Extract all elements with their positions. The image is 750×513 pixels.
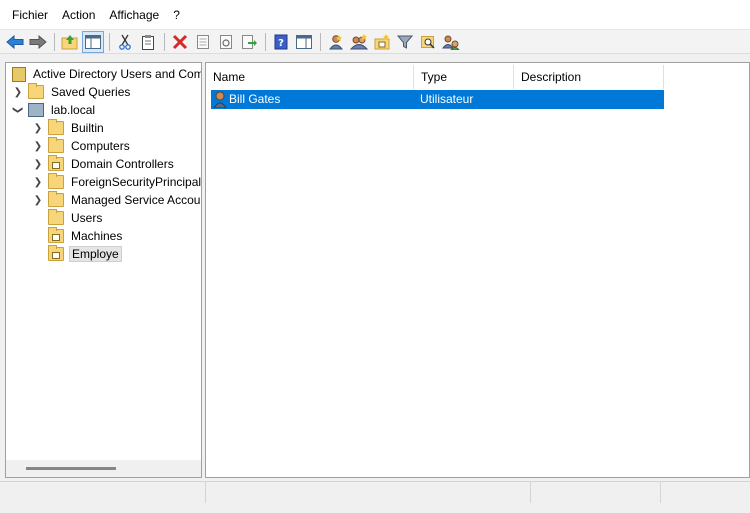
ou-folder-icon xyxy=(48,155,64,171)
tree-item-foreign-security-principals[interactable]: ❯ ForeignSecurityPrincipals xyxy=(32,173,202,191)
menu-fichier[interactable]: Fichier xyxy=(5,5,55,25)
refresh-icon[interactable] xyxy=(215,31,237,53)
tree-item-domain-controllers[interactable]: ❯ Domain Controllers xyxy=(32,155,176,173)
user-icon xyxy=(213,91,227,109)
tree-label-employe: Employe xyxy=(69,246,122,262)
folder-icon xyxy=(48,191,64,207)
chevron-right-icon[interactable]: ❯ xyxy=(32,140,44,152)
folder-icon xyxy=(48,209,64,225)
tree-label-computers: Computers xyxy=(71,139,130,153)
toolbar-separator xyxy=(109,32,110,51)
delete-icon[interactable] xyxy=(169,31,191,53)
help-icon[interactable]: ? xyxy=(270,31,292,53)
domain-icon xyxy=(28,103,44,117)
back-arrow-icon[interactable] xyxy=(4,31,26,53)
tree-label-saved-queries: Saved Queries xyxy=(51,85,131,99)
forward-arrow-icon[interactable] xyxy=(27,31,49,53)
folder-icon xyxy=(48,173,64,189)
chevron-right-icon[interactable]: ❯ xyxy=(12,86,24,98)
add-to-group-icon[interactable] xyxy=(440,31,462,53)
console-tree-pane: Active Directory Users and Com ❯ Saved Q… xyxy=(5,62,202,478)
scrollbar-thumb[interactable] xyxy=(26,467,116,470)
tree-item-users[interactable]: Users xyxy=(48,209,104,227)
aduc-snapin-icon xyxy=(12,66,26,82)
toolbar-separator xyxy=(164,32,165,51)
status-segment xyxy=(205,482,530,504)
properties-icon[interactable] xyxy=(192,31,214,53)
tree-label-domain: lab.local xyxy=(51,103,96,117)
tree-label-users: Users xyxy=(71,211,103,225)
ou-folder-icon xyxy=(48,245,64,261)
tree-label-managed-service-accounts: Managed Service Accour xyxy=(71,193,202,207)
toolbar-separator xyxy=(320,32,321,51)
export-list-icon[interactable] xyxy=(238,31,260,53)
tree-item-builtin[interactable]: ❯ Builtin xyxy=(32,119,106,137)
horizontal-scrollbar[interactable] xyxy=(6,460,201,477)
show-hide-console-tree-icon[interactable] xyxy=(82,30,104,53)
tree-item-computers[interactable]: ❯ Computers xyxy=(32,137,132,155)
ou-folder-icon xyxy=(48,227,64,243)
tree-label-domain-controllers: Domain Controllers xyxy=(71,157,174,171)
status-segment xyxy=(660,482,750,504)
folder-icon xyxy=(48,137,64,153)
chevron-right-icon[interactable]: ❯ xyxy=(32,158,44,170)
toolbar-separator xyxy=(265,32,266,51)
new-group-icon[interactable] xyxy=(348,31,370,53)
column-header-type[interactable]: Type xyxy=(414,65,514,89)
tree-label-builtin: Builtin xyxy=(71,121,104,135)
svg-text:?: ? xyxy=(278,38,284,49)
menu-help[interactable]: ? xyxy=(166,5,187,25)
chevron-down-icon[interactable]: ❯ xyxy=(12,104,24,116)
tree-item-managed-service-accounts[interactable]: ❯ Managed Service Accour xyxy=(32,191,202,209)
find-icon[interactable] xyxy=(417,31,439,53)
action-pane-icon[interactable] xyxy=(293,31,315,53)
tree-label-root: Active Directory Users and Com xyxy=(33,67,202,81)
chevron-right-icon[interactable]: ❯ xyxy=(32,122,44,134)
clipboard-icon[interactable] xyxy=(137,31,159,53)
menu-affichage[interactable]: Affichage xyxy=(102,5,166,25)
column-header-description[interactable]: Description xyxy=(514,65,664,89)
tree-item-machines[interactable]: Machines xyxy=(48,227,124,245)
tree-label-machines: Machines xyxy=(71,229,123,243)
folder-icon xyxy=(48,119,64,135)
tree-item-saved-queries[interactable]: ❯ Saved Queries xyxy=(12,83,132,101)
tree-label-foreign-security-principals: ForeignSecurityPrincipals xyxy=(71,175,202,189)
new-user-icon[interactable] xyxy=(325,31,347,53)
new-ou-icon[interactable] xyxy=(371,31,393,53)
cell-type: Utilisateur xyxy=(420,92,474,106)
tree-item-employe[interactable]: Employe xyxy=(48,245,122,263)
column-header-name[interactable]: Name xyxy=(206,65,414,89)
chevron-right-icon[interactable]: ❯ xyxy=(32,194,44,206)
toolbar-separator xyxy=(54,32,55,51)
toolbar: ? xyxy=(0,30,750,54)
filter-icon[interactable] xyxy=(394,31,416,53)
cell-name: Bill Gates xyxy=(229,92,281,106)
tree-item-domain[interactable]: ❯ lab.local xyxy=(12,101,97,119)
status-segment xyxy=(530,482,660,504)
tree-root[interactable]: Active Directory Users and Com xyxy=(12,65,202,83)
menu-bar: Fichier Action Affichage ? xyxy=(0,0,750,30)
menu-action[interactable]: Action xyxy=(55,5,102,25)
chevron-right-icon[interactable]: ❯ xyxy=(32,176,44,188)
folder-icon xyxy=(28,83,44,99)
up-folder-icon[interactable] xyxy=(59,31,81,53)
cut-icon[interactable] xyxy=(114,31,136,53)
status-bar xyxy=(0,481,750,504)
details-pane: Name Type Description Bill Gates Utilisa… xyxy=(205,62,750,478)
window-bottom-edge xyxy=(0,503,750,513)
